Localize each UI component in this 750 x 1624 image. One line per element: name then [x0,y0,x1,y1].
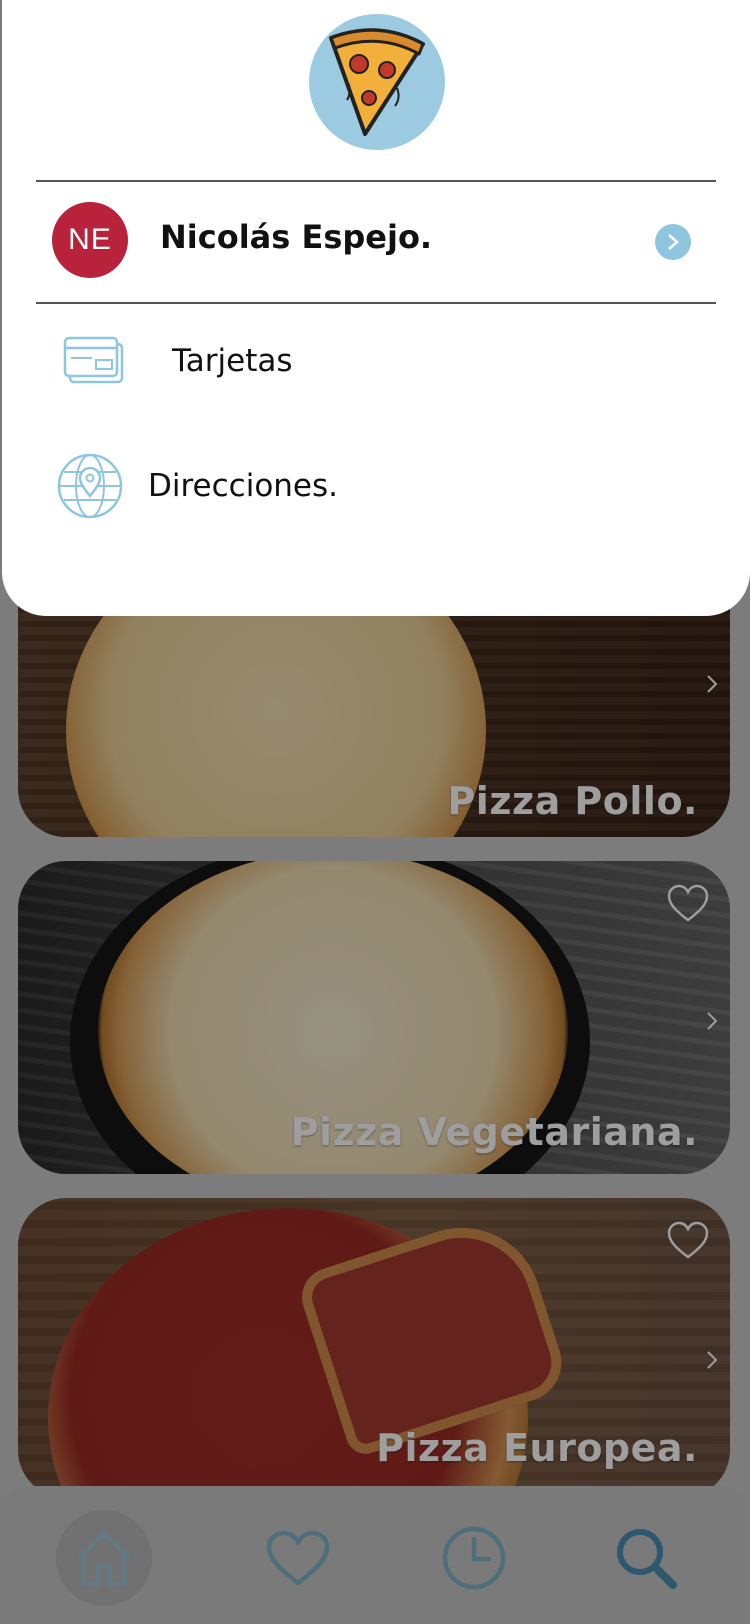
divider [36,302,716,304]
menu-item-label: Tarjetas [172,343,293,379]
menu-item-tarjetas[interactable]: Tarjetas [62,334,293,388]
globe-location-icon [57,453,123,519]
user-name[interactable]: Nicolás Espejo. [160,218,432,256]
profile-chevron-button[interactable] [655,224,691,260]
credit-card-icon [63,336,124,384]
avatar[interactable]: NE [52,202,128,278]
menu-item-label: Direcciones. [148,468,339,504]
divider [36,180,716,182]
profile-drawer: NE Nicolás Espejo. Tarjetas Direcciones. [2,0,750,616]
chevron-right-icon [668,234,679,250]
pizza-logo [309,14,445,150]
pizza-slice-icon [329,28,425,136]
menu-item-direcciones[interactable]: Direcciones. [56,452,338,520]
